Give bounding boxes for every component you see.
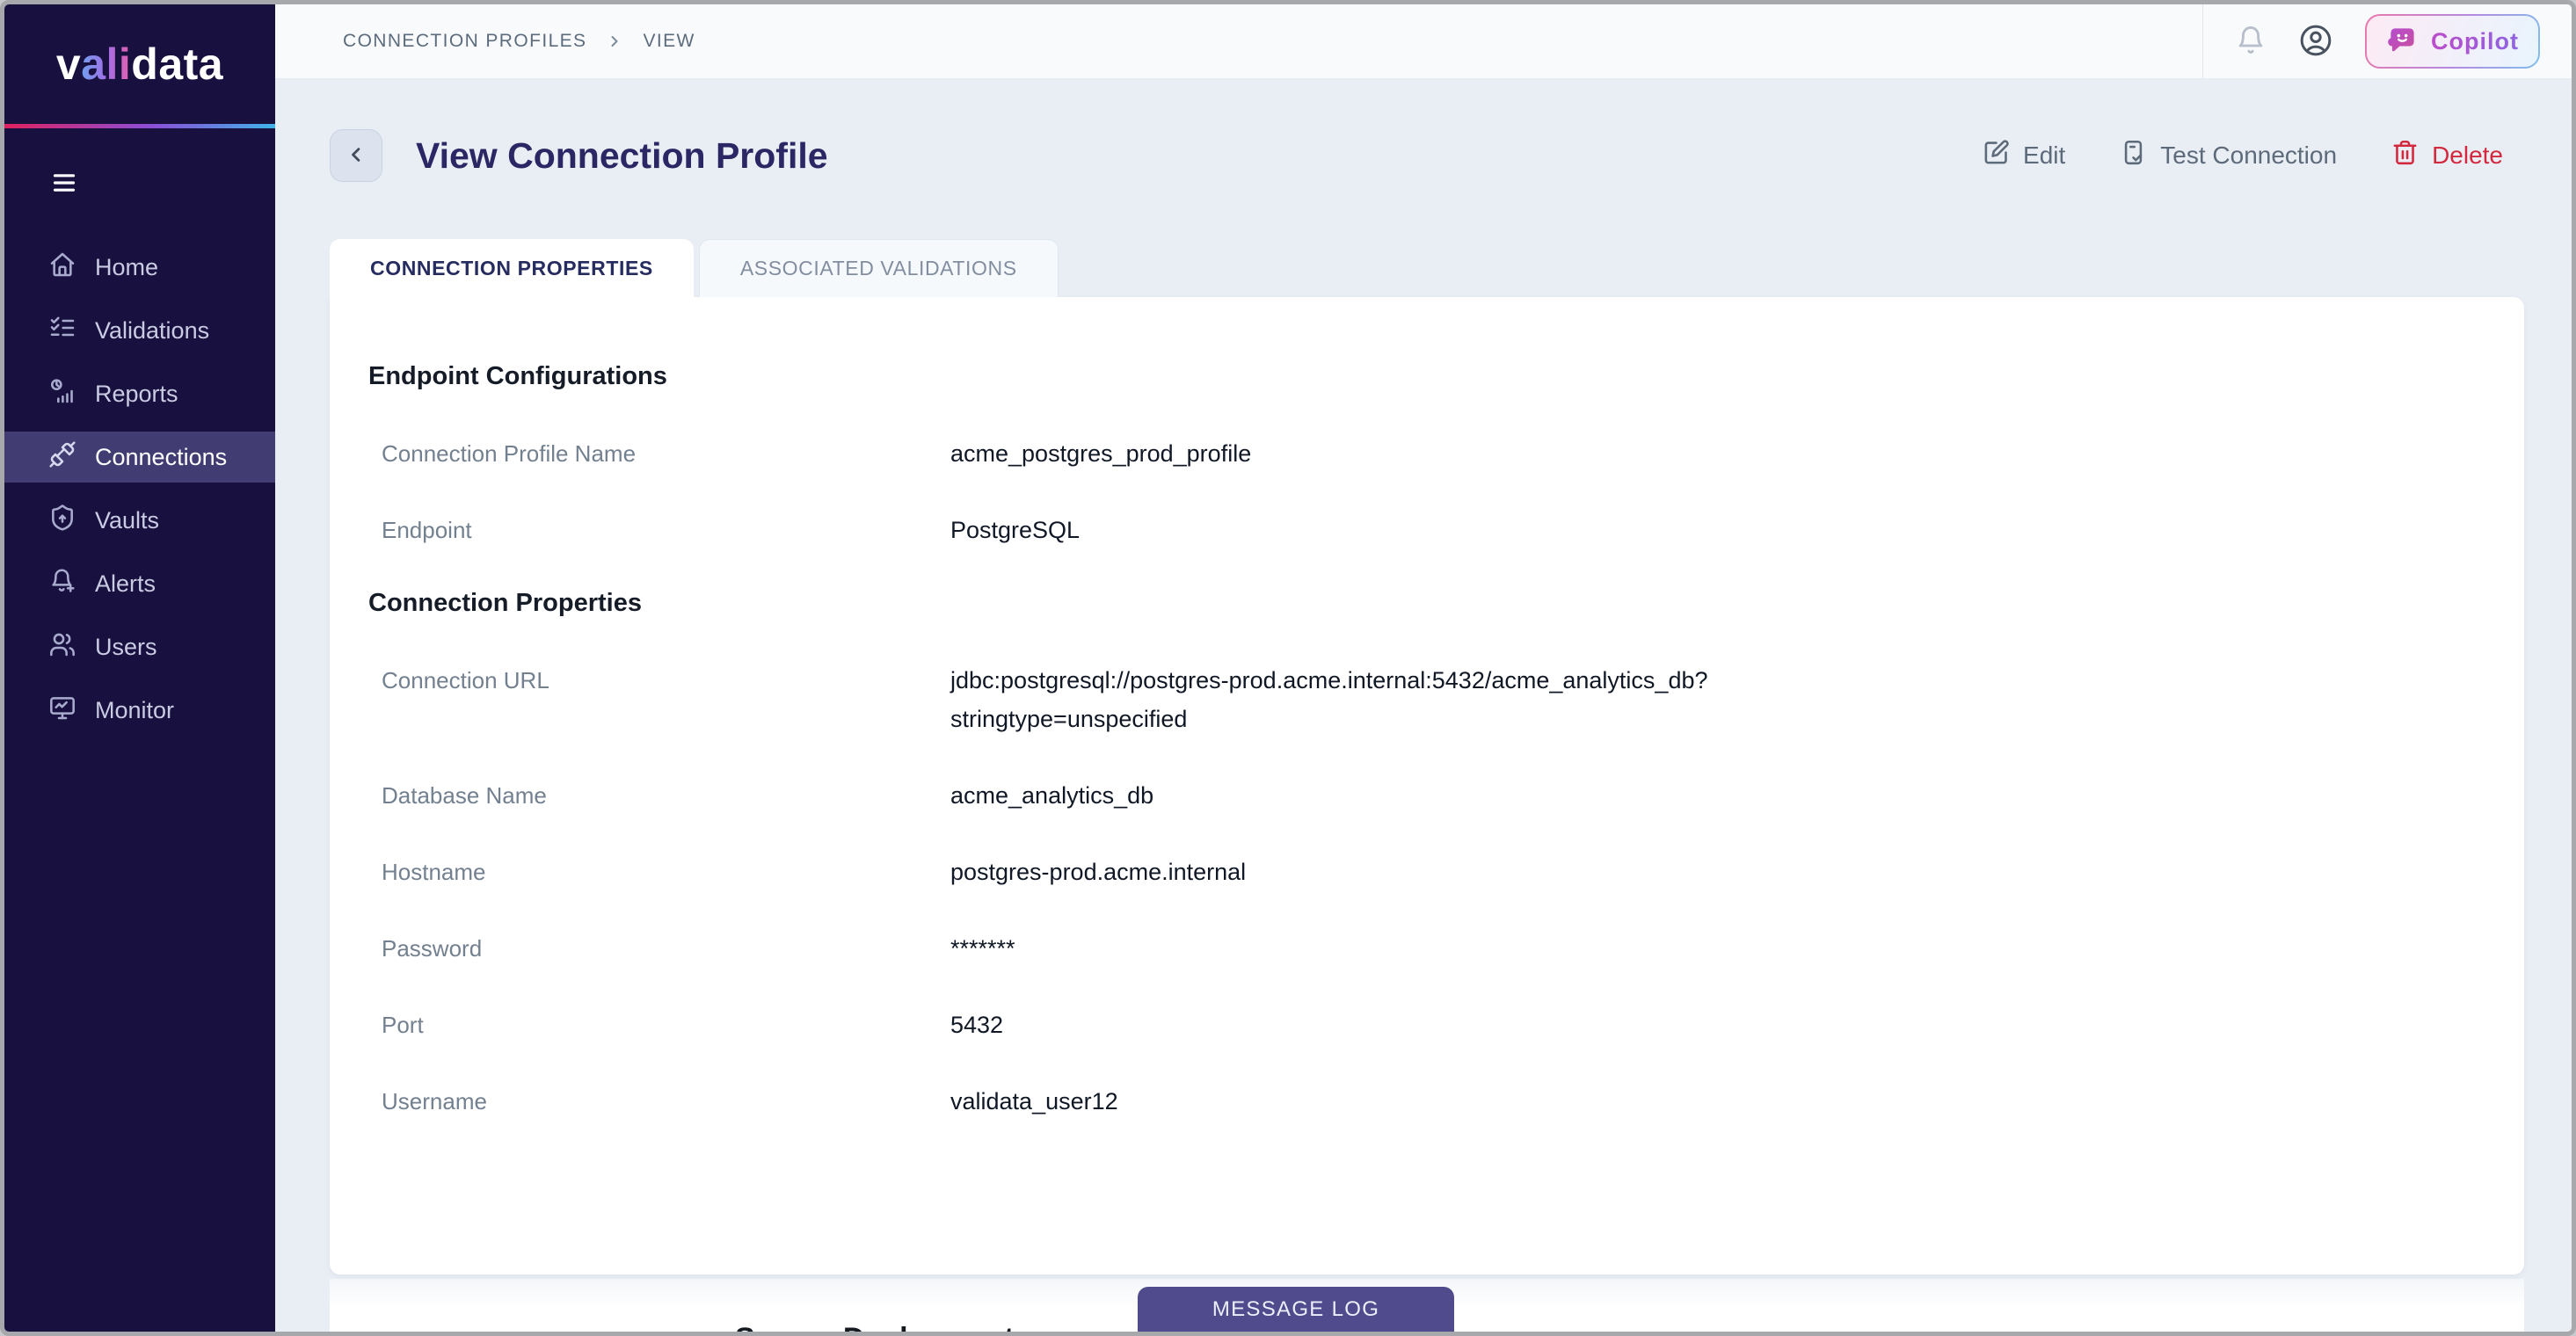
sidebar: validata Home Validations Reports Connec [4, 4, 275, 1332]
section-heading-endpoint-configurations: Endpoint Configurations [368, 360, 2471, 392]
field-value: ******* [950, 929, 1794, 968]
notifications-button[interactable] [2235, 25, 2267, 59]
sidebar-item-label: Home [95, 254, 158, 281]
report-chart-icon [48, 377, 76, 411]
delete-button[interactable]: Delete [2391, 139, 2503, 172]
sidebar-item-label: Monitor [95, 697, 174, 724]
header-actions: Edit Test Connection Delete [1983, 139, 2524, 172]
logo-accent: ali [81, 39, 131, 90]
tab-bar: CONNECTION PROPERTIES ASSOCIATED VALIDAT… [330, 239, 2524, 297]
field-label: Username [382, 1082, 950, 1121]
field-value: 5432 [950, 1006, 1794, 1044]
sidebar-item-label: Validations [95, 317, 209, 345]
connection-properties-panel: Endpoint Configurations Connection Profi… [330, 297, 2524, 1274]
bell-icon [2235, 25, 2267, 59]
tab-associated-validations[interactable]: ASSOCIATED VALIDATIONS [699, 239, 1059, 297]
menu-toggle-button[interactable] [47, 171, 82, 198]
sidebar-item-alerts[interactable]: Alerts [4, 558, 275, 609]
delete-label: Delete [2432, 142, 2503, 170]
app-window: validata Home Validations Reports Connec [0, 0, 2576, 1336]
copilot-button[interactable]: Copilot [2365, 14, 2540, 69]
field-value: acme_analytics_db [950, 776, 1794, 815]
sidebar-item-label: Vaults [95, 507, 159, 534]
logo-prefix: v [56, 39, 81, 90]
edit-button[interactable]: Edit [1983, 139, 2065, 172]
copilot-label: Copilot [2431, 28, 2519, 55]
breadcrumb-item-view: VIEW [643, 31, 695, 52]
file-check-icon [2120, 139, 2147, 172]
field-label: Connection Profile Name [382, 434, 950, 473]
chevron-right-icon [606, 33, 623, 50]
section-heading-connection-properties: Connection Properties [368, 587, 2471, 619]
sidebar-item-vaults[interactable]: Vaults [4, 495, 275, 546]
field-row-password: Password ******* [368, 929, 2471, 968]
house-icon [48, 250, 76, 285]
field-row-port: Port 5432 [368, 1006, 2471, 1044]
field-value: validata_user12 [950, 1082, 1794, 1121]
monitor-icon [48, 693, 76, 728]
field-value: jdbc:postgresql://postgres-prod.acme.int… [950, 661, 1794, 738]
checklist-icon [48, 314, 76, 348]
secure-deployment-partial-heading: Secure Deployment [735, 1322, 2524, 1332]
field-row-endpoint: Endpoint PostgreSQL [368, 511, 2471, 549]
test-connection-button[interactable]: Test Connection [2120, 139, 2337, 172]
trash-icon [2391, 139, 2419, 172]
sidebar-item-label: Reports [95, 381, 178, 408]
field-row-connection-profile-name: Connection Profile Name acme_postgres_pr… [368, 434, 2471, 473]
topbar-right: Copilot [2202, 4, 2572, 78]
breadcrumb-item-connection-profiles[interactable]: CONNECTION PROFILES [343, 31, 586, 52]
validata-logo: validata [4, 4, 275, 124]
back-button[interactable] [330, 129, 382, 182]
gradient-divider [4, 124, 275, 128]
main-area: CONNECTION PROFILES VIEW Copilot [275, 4, 2572, 1332]
sidebar-item-reports[interactable]: Reports [4, 368, 275, 419]
page: View Connection Profile Edit Test Connec… [275, 79, 2572, 1332]
plug-icon [48, 440, 76, 475]
hamburger-icon [48, 185, 80, 198]
message-log-button[interactable]: MESSAGE LOG [1138, 1287, 1454, 1332]
pencil-square-icon [1983, 139, 2010, 172]
breadcrumb: CONNECTION PROFILES VIEW [343, 31, 695, 52]
page-title: View Connection Profile [416, 135, 828, 177]
sidebar-item-validations[interactable]: Validations [4, 305, 275, 356]
topbar: CONNECTION PROFILES VIEW Copilot [275, 4, 2572, 79]
field-label: Endpoint [382, 511, 950, 549]
copilot-chat-icon [2386, 24, 2419, 59]
sidebar-item-connections[interactable]: Connections [4, 432, 275, 483]
chevron-left-icon [344, 142, 368, 170]
account-button[interactable] [2298, 23, 2333, 61]
field-row-database-name: Database Name acme_analytics_db [368, 776, 2471, 815]
users-icon [48, 630, 76, 664]
sidebar-item-label: Alerts [95, 570, 156, 598]
sidebar-item-home[interactable]: Home [4, 242, 275, 293]
page-header: View Connection Profile Edit Test Connec… [330, 128, 2524, 183]
field-label: Password [382, 929, 950, 968]
test-connection-label: Test Connection [2160, 142, 2337, 170]
user-circle-icon [2298, 23, 2333, 61]
field-row-connection-url: Connection URL jdbc:postgresql://postgre… [368, 661, 2471, 738]
sidebar-item-label: Connections [95, 444, 227, 471]
field-label: Port [382, 1006, 950, 1044]
field-value: postgres-prod.acme.internal [950, 853, 1794, 891]
field-value: acme_postgres_prod_profile [950, 434, 1794, 473]
shield-icon [48, 504, 76, 538]
field-row-hostname: Hostname postgres-prod.acme.internal [368, 853, 2471, 891]
sidebar-item-label: Users [95, 634, 157, 661]
field-label: Hostname [382, 853, 950, 891]
sidebar-nav: Home Validations Reports Connections Vau… [4, 242, 275, 748]
edit-label: Edit [2023, 142, 2065, 170]
field-row-username: Username validata_user12 [368, 1082, 2471, 1121]
logo-suffix: data [131, 39, 223, 90]
bell-plus-icon [48, 567, 76, 601]
field-label: Connection URL [382, 661, 950, 738]
field-value: PostgreSQL [950, 511, 1794, 549]
field-label: Database Name [382, 776, 950, 815]
sidebar-item-monitor[interactable]: Monitor [4, 685, 275, 736]
tab-connection-properties[interactable]: CONNECTION PROPERTIES [330, 239, 694, 297]
sidebar-item-users[interactable]: Users [4, 621, 275, 672]
